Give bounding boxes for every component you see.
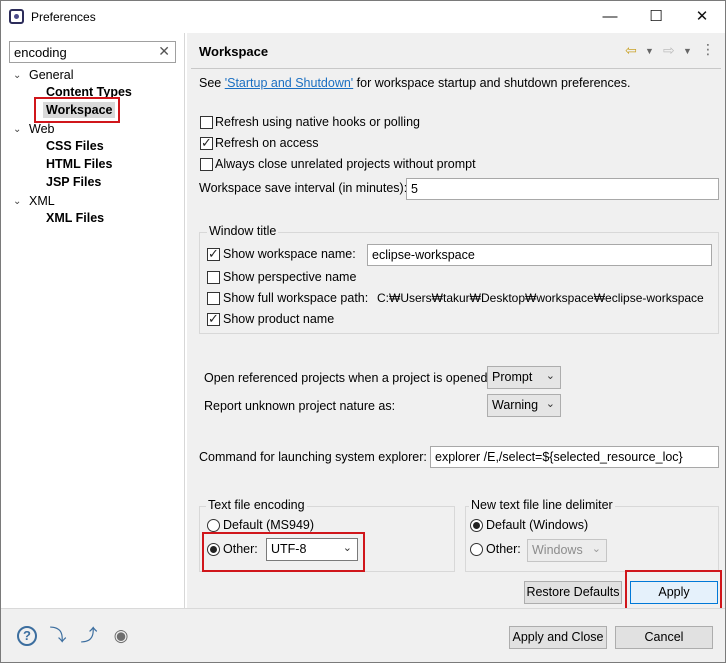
record-icon[interactable]: ◉: [111, 626, 131, 646]
startup-description: See 'Startup and Shutdown' for workspace…: [199, 76, 630, 90]
tree-item-css-files[interactable]: CSS Files: [46, 139, 104, 153]
window-title: Preferences: [31, 10, 96, 24]
restore-defaults-button[interactable]: Restore Defaults: [524, 581, 622, 604]
back-menu-icon[interactable]: ▼: [645, 46, 654, 56]
encoding-highlight-box: [202, 532, 365, 572]
workspace-page: Workspace ⇦ ▼ ⇨ ▼ ⋮ See 'Startup and Shu…: [187, 33, 725, 611]
maximize-button[interactable]: ☐: [633, 1, 679, 33]
refresh-access-label: Refresh on access: [215, 136, 319, 150]
encoding-default-radio[interactable]: [207, 519, 220, 532]
collapse-web-icon[interactable]: ⌄: [13, 124, 21, 135]
export-icon[interactable]: ⤴: [79, 626, 99, 646]
filter-input[interactable]: encoding ✕: [9, 41, 176, 63]
minimize-button[interactable]: —: [587, 1, 633, 33]
workspace-highlight-box: [34, 97, 120, 123]
apply-highlight-box: [625, 570, 722, 611]
show-workspace-name-label: Show workspace name:: [223, 247, 356, 261]
preferences-tree-pane: encoding ✕ ⌄ General Content Types Works…: [1, 33, 185, 608]
chevron-down-icon: ⌄: [545, 398, 555, 410]
show-perspective-checkbox[interactable]: [207, 271, 220, 284]
tree-item-general[interactable]: General: [29, 68, 73, 82]
report-unknown-select[interactable]: Warning ⌄: [487, 394, 561, 417]
workspace-name-input[interactable]: eclipse-workspace: [367, 244, 712, 266]
delimiter-default-label: Default (Windows): [486, 518, 589, 532]
refresh-native-label: Refresh using native hooks or polling: [215, 115, 420, 129]
apply-and-close-button[interactable]: Apply and Close: [509, 626, 607, 649]
full-path-value: C:₩Users₩takur₩Desktop₩workspace₩eclipse…: [377, 291, 704, 305]
line-delimiter-group-label: New text file line delimiter: [469, 498, 615, 512]
encoding-default-label: Default (MS949): [223, 518, 315, 532]
startup-shutdown-link[interactable]: 'Startup and Shutdown': [225, 76, 353, 90]
show-perspective-label: Show perspective name: [223, 270, 357, 284]
filter-value: encoding: [14, 45, 67, 60]
open-referenced-value: Prompt: [492, 370, 533, 384]
back-icon[interactable]: ⇦: [625, 42, 637, 59]
forward-menu-icon[interactable]: ▼: [683, 46, 692, 56]
always-close-label: Always close unrelated projects without …: [215, 157, 476, 171]
report-unknown-label: Report unknown project nature as:: [204, 399, 396, 413]
close-button[interactable]: ✕: [679, 1, 725, 33]
see-suffix: for workspace startup and shutdown prefe…: [353, 76, 631, 90]
delimiter-value: Windows: [532, 543, 583, 557]
tree-item-web[interactable]: Web: [29, 122, 54, 136]
page-header: Workspace ⇦ ▼ ⇨ ▼ ⋮: [187, 33, 725, 69]
report-unknown-value: Warning: [492, 398, 539, 412]
eclipse-app-icon: [9, 9, 24, 24]
show-full-path-label: Show full workspace path:: [223, 291, 369, 305]
open-referenced-select[interactable]: Prompt ⌄: [487, 366, 561, 389]
tree-item-xml[interactable]: XML: [29, 194, 55, 208]
tree-item-xml-files[interactable]: XML Files: [46, 211, 104, 225]
open-referenced-label: Open referenced projects when a project …: [204, 371, 491, 385]
collapse-general-icon[interactable]: ⌄: [13, 70, 21, 81]
title-bar: Preferences — ☐ ✕: [1, 1, 725, 33]
delimiter-other-label: Other:: [486, 542, 521, 556]
refresh-access-checkbox[interactable]: [200, 135, 213, 151]
show-workspace-name-checkbox[interactable]: [207, 246, 220, 262]
save-interval-input[interactable]: 5: [406, 178, 719, 200]
delimiter-default-radio[interactable]: [470, 519, 483, 532]
page-menu-icon[interactable]: ⋮: [701, 41, 715, 58]
preferences-window: Preferences — ☐ ✕ encoding ✕ ⌄ General C…: [0, 0, 726, 663]
page-title: Workspace: [199, 44, 269, 59]
show-full-path-checkbox[interactable]: [207, 292, 220, 305]
collapse-xml-icon[interactable]: ⌄: [13, 196, 21, 207]
dialog-button-bar: ? ⤵ ⤴ ◉ Apply and Close Cancel: [1, 608, 725, 662]
delimiter-other-radio[interactable]: [470, 543, 483, 556]
import-icon[interactable]: ⤵: [48, 626, 68, 646]
always-close-checkbox[interactable]: [200, 158, 213, 171]
show-product-name-label: Show product name: [223, 312, 335, 326]
window-title-group-label: Window title: [207, 224, 279, 238]
chevron-down-icon: ⌄: [545, 370, 555, 382]
system-explorer-label: Command for launching system explorer:: [199, 450, 427, 464]
clear-filter-icon[interactable]: ✕: [158, 43, 170, 60]
forward-icon[interactable]: ⇨: [663, 42, 675, 59]
tree-item-html-files[interactable]: HTML Files: [46, 157, 112, 171]
save-interval-label: Workspace save interval (in minutes):: [199, 181, 408, 195]
refresh-native-checkbox[interactable]: [200, 116, 213, 129]
see-prefix: See: [199, 76, 225, 90]
help-icon[interactable]: ?: [17, 626, 37, 646]
delimiter-select[interactable]: Windows ⌄: [527, 539, 607, 562]
text-encoding-group-label: Text file encoding: [206, 498, 307, 512]
header-divider: [191, 68, 721, 69]
system-explorer-input[interactable]: explorer /E,/select=${selected_resource_…: [430, 446, 719, 468]
chevron-down-icon: ⌄: [591, 543, 601, 555]
tree-item-jsp-files[interactable]: JSP Files: [46, 175, 101, 189]
cancel-button[interactable]: Cancel: [615, 626, 713, 649]
show-product-name-checkbox[interactable]: [207, 311, 220, 327]
